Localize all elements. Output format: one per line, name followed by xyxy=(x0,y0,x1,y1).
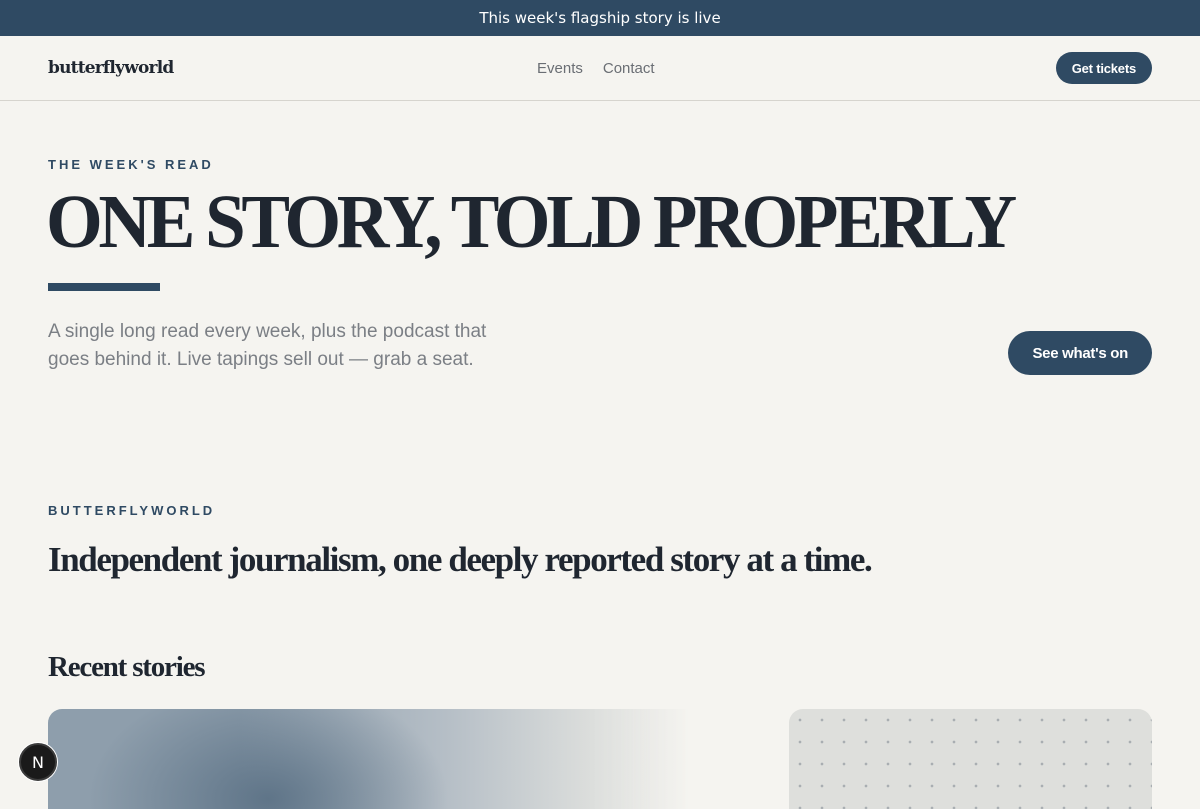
hero-eyebrow: THE WEEK'S READ xyxy=(48,157,214,172)
see-whats-on-button[interactable]: See what's on xyxy=(1008,331,1152,375)
site-header: butterflyworld Events Contact Get ticket… xyxy=(0,36,1200,101)
hero-divider xyxy=(48,283,160,291)
get-tickets-button[interactable]: Get tickets xyxy=(1055,52,1152,84)
announcement-text: This week's flagship story is live xyxy=(479,9,721,27)
story-card-image[interactable] xyxy=(789,709,1152,809)
main-nav: Events Contact xyxy=(537,36,655,100)
about-tagline: Independent journalism, one deeply repor… xyxy=(48,540,873,579)
n-logo-badge[interactable]: N xyxy=(19,743,57,781)
site-logo[interactable]: butterflyworld xyxy=(48,58,174,78)
recent-stories-title: Recent stories xyxy=(48,651,206,683)
nav-link-contact[interactable]: Contact xyxy=(603,60,655,77)
story-card-featured-image[interactable] xyxy=(48,709,688,809)
badge-letter: N xyxy=(32,752,44,772)
announcement-bar: This week's flagship story is live xyxy=(0,0,1200,36)
about-eyebrow: BUTTERFLYWORLD xyxy=(48,503,216,518)
hero-subtitle: A single long read every week, plus the … xyxy=(48,321,487,370)
nav-link-events[interactable]: Events xyxy=(537,60,583,77)
hero-title: ONE STORY, TOLD PROPERLY xyxy=(46,180,1017,264)
